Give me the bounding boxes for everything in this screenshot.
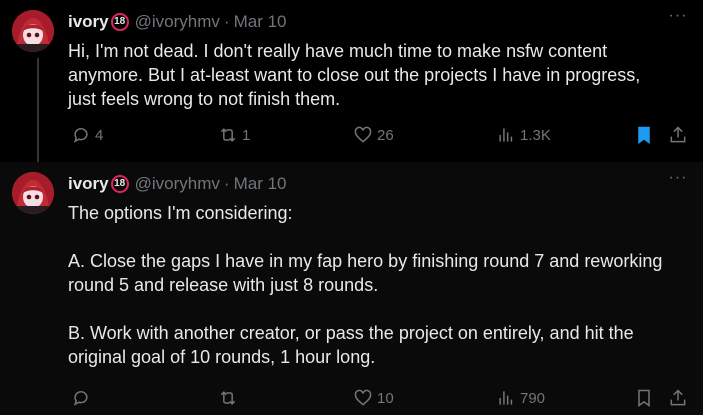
- reply-button[interactable]: [71, 386, 95, 410]
- heart-icon: [354, 126, 372, 143]
- repost-button[interactable]: [218, 386, 242, 410]
- more-horizontal-icon[interactable]: ···: [667, 8, 689, 31]
- author-handle[interactable]: @ivoryhmv: [135, 174, 220, 194]
- bookmark-button[interactable]: [634, 386, 654, 410]
- share-button[interactable]: [668, 386, 688, 410]
- repost-icon: [220, 128, 236, 142]
- post-date[interactable]: Mar 10: [234, 174, 287, 194]
- bookmark-button[interactable]: [634, 123, 654, 147]
- avatar-image: [12, 172, 54, 214]
- repost-count: 1: [242, 126, 251, 144]
- reply-icon: [73, 128, 88, 143]
- like-button[interactable]: 26: [353, 123, 394, 147]
- views-button[interactable]: 790: [496, 386, 545, 410]
- like-count: 10: [377, 389, 394, 407]
- post-2[interactable]: ivory 18 @ivoryhmv · Mar 10 ··· The opti…: [0, 162, 703, 415]
- repost-icon: [220, 391, 236, 405]
- action-bar: 4 1 26 1.3K: [68, 123, 703, 147]
- avatar[interactable]: [12, 172, 54, 214]
- views-icon: [499, 128, 513, 142]
- reply-button[interactable]: 4: [71, 123, 103, 147]
- separator-dot: ·: [223, 12, 230, 31]
- age-badge-icon: 18: [110, 13, 129, 31]
- share-button[interactable]: [668, 123, 688, 147]
- more-horizontal-icon[interactable]: ···: [667, 170, 689, 193]
- bookmark-icon: [638, 389, 650, 407]
- views-count: 790: [520, 389, 546, 407]
- like-count: 26: [377, 126, 394, 144]
- post-header: ivory 18 @ivoryhmv · Mar 10: [68, 173, 703, 195]
- action-bar: 10 790: [68, 386, 703, 410]
- views-button[interactable]: 1.3K: [496, 123, 551, 147]
- post-text: Hi, I'm not dead. I don't really have mu…: [68, 41, 641, 109]
- post-text: The options I'm considering: A. Close th…: [68, 203, 663, 367]
- post-header: ivory 18 @ivoryhmv · Mar 10: [68, 11, 703, 33]
- views-count: 1.3K: [520, 126, 551, 144]
- bookmark-filled-icon: [638, 126, 650, 144]
- post-date[interactable]: Mar 10: [234, 12, 287, 32]
- separator-dot: ·: [223, 174, 230, 193]
- avatar-image: [12, 10, 54, 52]
- heart-icon: [354, 389, 372, 406]
- avatar[interactable]: [12, 10, 54, 52]
- age-badge-icon: 18: [110, 175, 129, 193]
- author-name[interactable]: ivory: [68, 12, 109, 32]
- author-name[interactable]: ivory: [68, 174, 109, 194]
- author-handle[interactable]: @ivoryhmv: [135, 12, 220, 32]
- reply-icon: [73, 391, 88, 406]
- share-icon: [670, 126, 686, 143]
- reply-count: 4: [95, 126, 104, 144]
- views-icon: [499, 391, 513, 405]
- like-button[interactable]: 10: [353, 386, 394, 410]
- post-1[interactable]: ivory 18 @ivoryhmv · Mar 10 ··· Hi, I'm …: [0, 0, 703, 183]
- share-icon: [670, 389, 686, 406]
- repost-button[interactable]: 1: [218, 123, 250, 147]
